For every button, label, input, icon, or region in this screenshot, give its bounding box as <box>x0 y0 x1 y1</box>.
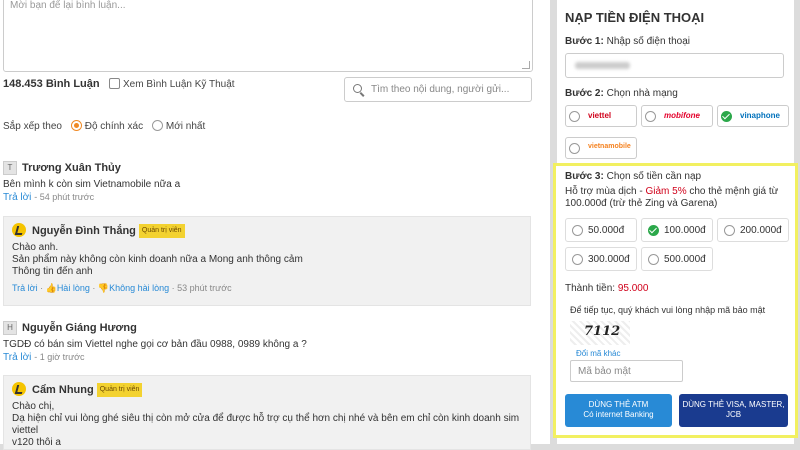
admin-badge: Quản trị viên <box>96 383 143 397</box>
dislike-link[interactable]: Không hài lòng <box>109 283 169 293</box>
network-vinaphone[interactable]: vinaphone <box>717 105 789 127</box>
admin-line: Dạ hiện chỉ vui lòng ghé siêu thị còn mở… <box>12 413 520 436</box>
sort-bar: Sắp xếp theo Độ chính xác Mới nhất <box>3 120 205 132</box>
admin-reply: Cẩm Nhung Quản trị viên Chào chị, Dạ hiện… <box>3 375 531 450</box>
admin-name: Cẩm Nhung <box>32 384 94 396</box>
sort-label: Sắp xếp theo <box>3 121 62 132</box>
tech-label: Xem Bình Luận Kỹ Thuật <box>123 79 235 90</box>
sort-newest-label[interactable]: Mới nhất <box>166 121 205 132</box>
comment-item: T Trương Xuân Thủy Bên mình k còn sim Vie… <box>3 161 181 203</box>
step3-highlight: Bước 3: Chọn số tiền cần nạp Hỗ trợ mùa … <box>553 163 798 438</box>
admin-badge: Quản trị viên <box>138 224 185 238</box>
reply-link[interactable]: Trả lời <box>3 352 31 363</box>
step1: Bước 1: Nhập số điện thoại <box>565 36 690 47</box>
resize-grip[interactable] <box>522 61 530 69</box>
comment-count: 148.453 Bình Luận <box>3 78 100 90</box>
captcha-input[interactable]: Mã bảo mật <box>570 360 683 382</box>
sort-accuracy-label[interactable]: Độ chính xác <box>85 121 143 132</box>
amount-200000[interactable]: 200.000đ <box>717 218 789 242</box>
reply-link[interactable]: Trả lời <box>3 192 31 203</box>
phone-input[interactable] <box>565 53 784 78</box>
pay-atm-button[interactable]: DÙNG THẺ ATM Có internet Banking <box>565 394 672 427</box>
admin-logo-icon <box>12 223 26 237</box>
network-vietnamobile[interactable]: vietnamobile <box>565 137 637 159</box>
step2: Bước 2: Chọn nhà mạng <box>565 88 678 99</box>
avatar: T <box>3 161 17 175</box>
search-placeholder: Tìm theo nội dung, người gửi... <box>371 84 510 95</box>
captcha-image: 7112 <box>570 321 630 345</box>
total-amount: Thành tiền: 95.000 <box>565 283 649 294</box>
comment-time: 54 phút trước <box>39 192 95 202</box>
admin-line: Thông tin đến anh <box>12 266 93 277</box>
check-icon <box>721 111 732 122</box>
comment-author: Trương Xuân Thủy <box>22 162 121 174</box>
tech-comments-toggle[interactable]: Xem Bình Luận Kỹ Thuật <box>109 78 235 90</box>
admin-logo-icon <box>12 382 26 396</box>
tech-checkbox[interactable] <box>109 78 120 89</box>
comments-panel: Mời bạn để lại bình luận... 148.453 Bình… <box>0 0 550 450</box>
thumb-down-icon: 👎 <box>97 283 110 293</box>
topup-title: NẠP TIỀN ĐIỆN THOẠI <box>565 10 705 25</box>
amount-500000[interactable]: 500.000đ <box>641 247 713 271</box>
sort-accuracy-radio[interactable] <box>70 120 82 131</box>
admin-line: Sản phẩm này không còn kinh doanh nữa a … <box>12 254 303 265</box>
pay-visa-button[interactable]: DÙNG THẺ VISA, MASTER, JCB <box>679 394 788 427</box>
admin-line: Chào chị, <box>12 401 55 412</box>
admin-reply: Nguyễn Đình Thắng Quản trị viên Chào anh.… <box>3 216 531 306</box>
comment-time: 1 giờ trước <box>39 352 85 362</box>
amount-50000[interactable]: 50.000đ <box>565 218 637 242</box>
search-icon <box>353 84 362 93</box>
check-icon <box>648 225 659 236</box>
comment-item: H Nguyễn Giáng Hương TGDĐ có bán sim Viet… <box>3 321 307 363</box>
sort-newest-radio[interactable] <box>151 120 163 131</box>
like-link[interactable]: Hài lòng <box>57 283 90 293</box>
comment-search-input[interactable]: Tìm theo nội dung, người gửi... <box>344 77 532 102</box>
comment-placeholder: Mời bạn để lại bình luận... <box>10 0 126 11</box>
captcha-note: Để tiếp tục, quý khách vui lòng nhập mã … <box>570 305 766 315</box>
comment-text: TGDĐ có bán sim Viettel nghe gọi cơ bản … <box>3 339 307 350</box>
comment-time: 53 phút trước <box>177 283 232 293</box>
amount-100000[interactable]: 100.000đ <box>641 218 713 242</box>
amount-300000[interactable]: 300.000đ <box>565 247 637 271</box>
admin-line: v120 thôi a <box>12 437 61 448</box>
change-captcha-link[interactable]: Đổi mã khác <box>576 349 620 358</box>
avatar: H <box>3 321 17 335</box>
network-viettel[interactable]: viettel <box>565 105 637 127</box>
network-mobifone[interactable]: mobifone <box>641 105 713 127</box>
comment-text: Bên mình k còn sim Vietnamobile nữa a <box>3 179 181 190</box>
reply-link[interactable]: Trả lời <box>12 283 38 293</box>
comment-author: Nguyễn Giáng Hương <box>22 322 137 334</box>
admin-name: Nguyễn Đình Thắng <box>32 225 136 237</box>
promo-text: Hỗ trợ mùa dịch - Giảm 5% cho thẻ mệnh g… <box>565 186 779 209</box>
comment-textarea[interactable]: Mời bạn để lại bình luận... <box>3 0 533 72</box>
step3: Bước 3: Chọn số tiền cần nạp <box>565 171 702 182</box>
thumb-up-icon: 👍 <box>45 283 57 293</box>
phone-value-blurred <box>575 62 630 69</box>
admin-line: Chào anh. <box>12 242 59 253</box>
